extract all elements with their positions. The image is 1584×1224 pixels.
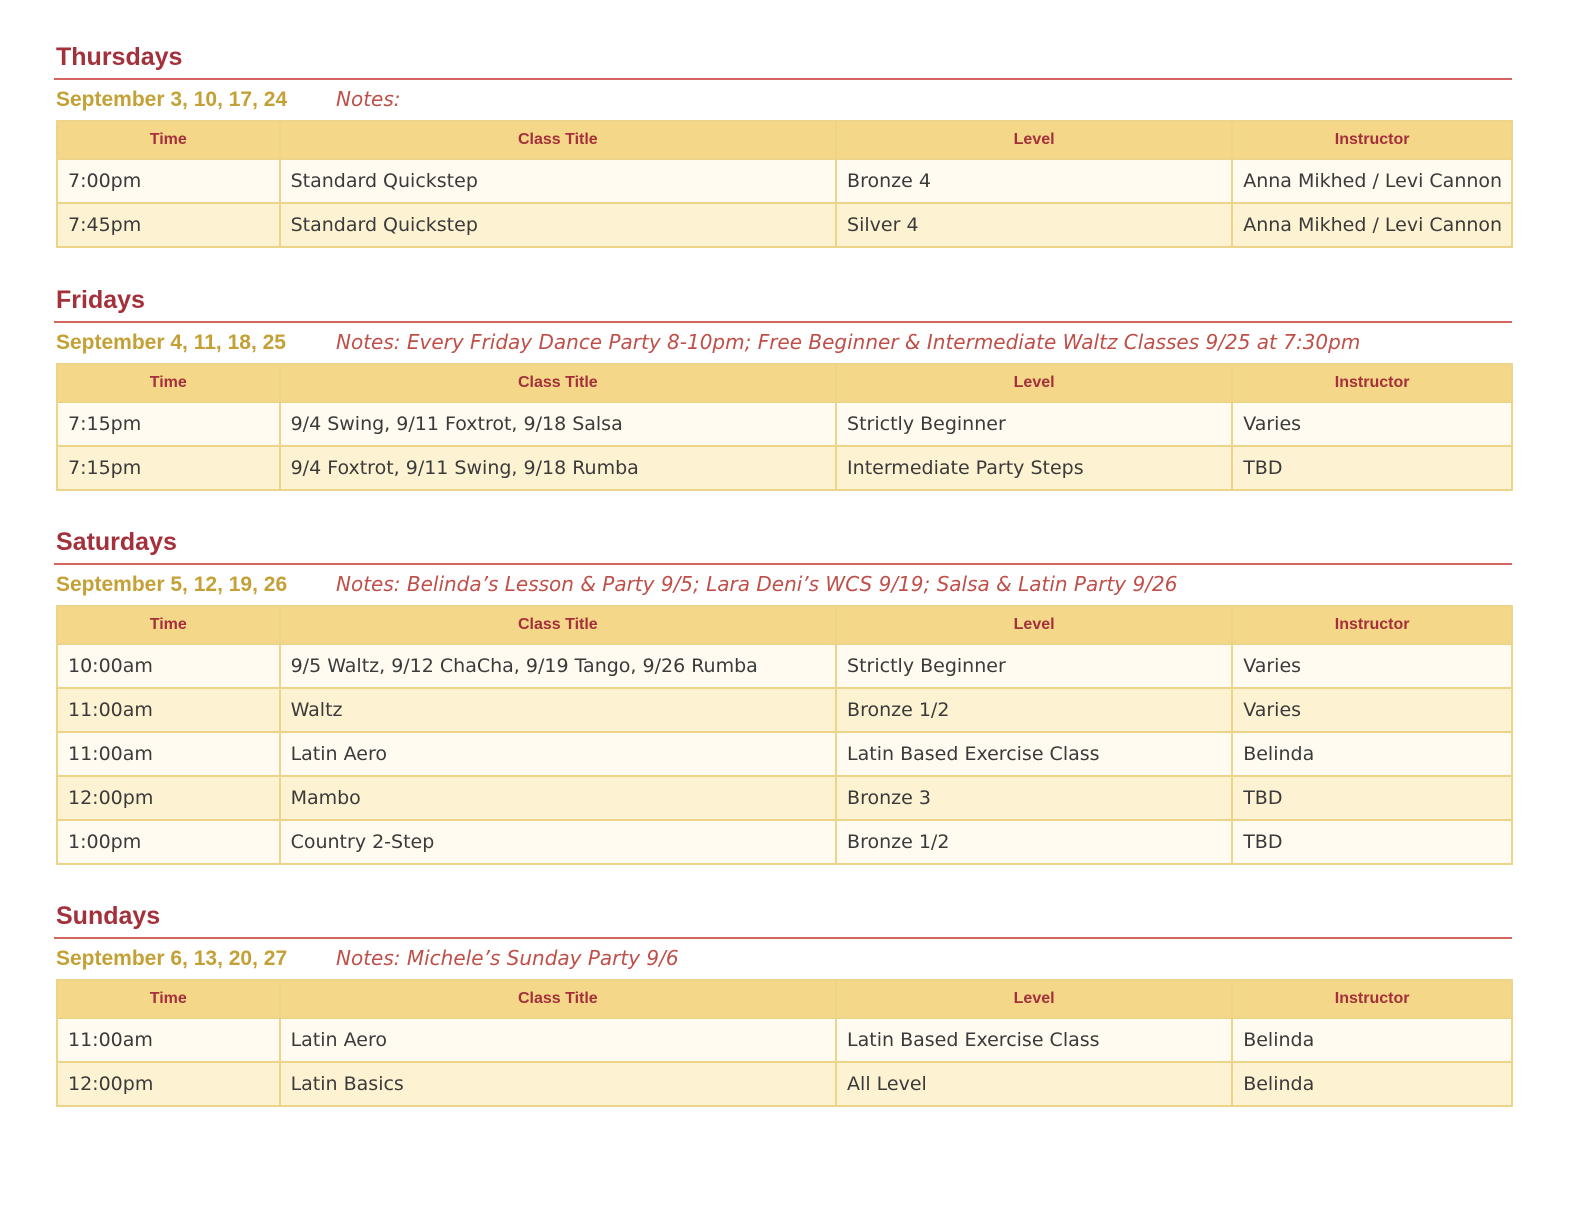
schedule-table: Time Class Title Level Instructor 10:00a… xyxy=(56,605,1513,865)
cell-instructor: Anna Mikhed / Levi Cannon xyxy=(1231,158,1513,204)
table-row: 10:00am 9/5 Waltz, 9/12 ChaCha, 9/19 Tan… xyxy=(56,643,1513,689)
table-row: 7:15pm 9/4 Swing, 9/11 Foxtrot, 9/18 Sal… xyxy=(56,401,1513,447)
cell-instructor: Belinda xyxy=(1231,1017,1513,1063)
cell-time: 7:15pm xyxy=(56,401,281,447)
cell-instructor: Belinda xyxy=(1231,731,1513,777)
section-notes: Notes: Belinda’s Lesson & Party 9/5; Lar… xyxy=(336,572,1178,596)
section-subhead: September 3, 10, 17, 24 Notes: xyxy=(56,84,401,114)
cell-level: Latin Based Exercise Class xyxy=(835,731,1234,777)
table-row: 11:00am Latin Aero Latin Based Exercise … xyxy=(56,731,1513,777)
cell-time: 11:00am xyxy=(56,687,281,733)
section-dates: September 6, 13, 20, 27 xyxy=(56,947,288,970)
cell-time: 12:00pm xyxy=(56,775,281,821)
cell-instructor: TBD xyxy=(1231,819,1513,865)
cell-level: Bronze 4 xyxy=(835,158,1234,204)
schedule-table: Time Class Title Level Instructor 7:15pm… xyxy=(56,363,1513,491)
section-notes: Notes: Michele’s Sunday Party 9/6 xyxy=(336,946,679,970)
day-heading: Fridays xyxy=(56,286,145,314)
table-row: 12:00pm Latin Basics All Level Belinda xyxy=(56,1061,1513,1107)
cell-time: 11:00am xyxy=(56,1017,281,1063)
column-header-class-title: Class Title xyxy=(278,979,838,1019)
section-divider xyxy=(54,321,1512,323)
cell-instructor: Varies xyxy=(1231,643,1513,689)
cell-instructor: Anna Mikhed / Levi Cannon xyxy=(1231,202,1513,248)
column-header-time: Time xyxy=(56,605,281,645)
column-header-instructor: Instructor xyxy=(1231,363,1513,403)
section-divider xyxy=(54,78,1512,80)
cell-level: All Level xyxy=(835,1061,1234,1107)
column-header-time: Time xyxy=(56,979,281,1019)
section-divider xyxy=(54,563,1512,565)
cell-class-title: Mambo xyxy=(278,775,838,821)
cell-instructor: TBD xyxy=(1231,445,1513,491)
cell-time: 12:00pm xyxy=(56,1061,281,1107)
column-header-class-title: Class Title xyxy=(278,363,838,403)
cell-time: 11:00am xyxy=(56,731,281,777)
cell-level: Intermediate Party Steps xyxy=(835,445,1234,491)
day-heading: Sundays xyxy=(56,902,161,930)
cell-level: Bronze 1/2 xyxy=(835,819,1234,865)
table-row: 11:00am Latin Aero Latin Based Exercise … xyxy=(56,1017,1513,1063)
cell-instructor: Varies xyxy=(1231,401,1513,447)
cell-instructor: Belinda xyxy=(1231,1061,1513,1107)
day-heading: Saturdays xyxy=(56,528,177,556)
cell-instructor: TBD xyxy=(1231,775,1513,821)
column-header-level: Level xyxy=(835,605,1234,645)
column-header-level: Level xyxy=(835,363,1234,403)
table-header-row: Time Class Title Level Instructor xyxy=(56,363,1513,403)
table-row: 11:00am Waltz Bronze 1/2 Varies xyxy=(56,687,1513,733)
table-header-row: Time Class Title Level Instructor xyxy=(56,979,1513,1019)
table-row: 7:15pm 9/4 Foxtrot, 9/11 Swing, 9/18 Rum… xyxy=(56,445,1513,491)
cell-time: 10:00am xyxy=(56,643,281,689)
section-subhead: September 6, 13, 20, 27 Notes: Michele’s … xyxy=(56,943,679,973)
table-row: 1:00pm Country 2-Step Bronze 1/2 TBD xyxy=(56,819,1513,865)
cell-class-title: 9/4 Foxtrot, 9/11 Swing, 9/18 Rumba xyxy=(278,445,838,491)
cell-level: Silver 4 xyxy=(835,202,1234,248)
section-notes: Notes: xyxy=(336,87,401,111)
cell-level: Latin Based Exercise Class xyxy=(835,1017,1234,1063)
cell-level: Bronze 1/2 xyxy=(835,687,1234,733)
section-subhead: September 4, 11, 18, 25 Notes: Every Frid… xyxy=(56,327,1360,357)
cell-time: 7:00pm xyxy=(56,158,281,204)
cell-level: Strictly Beginner xyxy=(835,643,1234,689)
section-subhead: September 5, 12, 19, 26 Notes: Belinda’s … xyxy=(56,569,1177,599)
cell-level: Strictly Beginner xyxy=(835,401,1234,447)
cell-class-title: Waltz xyxy=(278,687,838,733)
schedule-table: Time Class Title Level Instructor 7:00pm… xyxy=(56,120,1513,248)
column-header-time: Time xyxy=(56,363,281,403)
column-header-instructor: Instructor xyxy=(1231,979,1513,1019)
section-notes: Notes: Every Friday Dance Party 8-10pm; … xyxy=(336,330,1361,354)
section-divider xyxy=(54,937,1512,939)
day-heading: Thursdays xyxy=(56,43,183,71)
section-dates: September 3, 10, 17, 24 xyxy=(56,88,288,111)
column-header-instructor: Instructor xyxy=(1231,605,1513,645)
column-header-class-title: Class Title xyxy=(278,605,838,645)
table-row: 7:00pm Standard Quickstep Bronze 4 Anna … xyxy=(56,158,1513,204)
cell-class-title: Standard Quickstep xyxy=(278,202,838,248)
cell-level: Bronze 3 xyxy=(835,775,1234,821)
cell-time: 7:15pm xyxy=(56,445,281,491)
section-dates: September 4, 11, 18, 25 xyxy=(56,331,286,354)
cell-class-title: 9/5 Waltz, 9/12 ChaCha, 9/19 Tango, 9/26… xyxy=(278,643,838,689)
column-header-level: Level xyxy=(835,120,1234,160)
column-header-time: Time xyxy=(56,120,281,160)
table-row: 7:45pm Standard Quickstep Silver 4 Anna … xyxy=(56,202,1513,248)
cell-time: 1:00pm xyxy=(56,819,281,865)
table-header-row: Time Class Title Level Instructor xyxy=(56,120,1513,160)
cell-class-title: 9/4 Swing, 9/11 Foxtrot, 9/18 Salsa xyxy=(278,401,838,447)
table-header-row: Time Class Title Level Instructor xyxy=(56,605,1513,645)
cell-class-title: Latin Basics xyxy=(278,1061,838,1107)
cell-class-title: Latin Aero xyxy=(278,1017,838,1063)
cell-instructor: Varies xyxy=(1231,687,1513,733)
table-row: 12:00pm Mambo Bronze 3 TBD xyxy=(56,775,1513,821)
column-header-instructor: Instructor xyxy=(1231,120,1513,160)
cell-time: 7:45pm xyxy=(56,202,281,248)
cell-class-title: Country 2-Step xyxy=(278,819,838,865)
section-dates: September 5, 12, 19, 26 xyxy=(56,573,288,596)
cell-class-title: Standard Quickstep xyxy=(278,158,838,204)
cell-class-title: Latin Aero xyxy=(278,731,838,777)
column-header-class-title: Class Title xyxy=(278,120,838,160)
column-header-level: Level xyxy=(835,979,1234,1019)
schedule-table: Time Class Title Level Instructor 11:00a… xyxy=(56,979,1513,1107)
